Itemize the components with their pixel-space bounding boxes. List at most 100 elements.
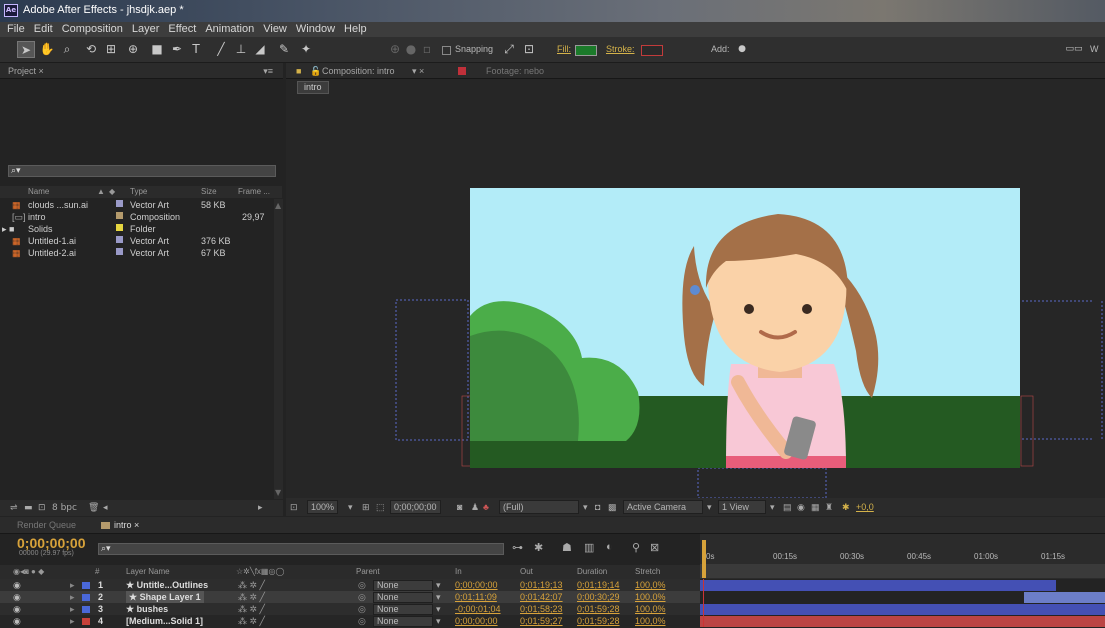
layer-duration-bar[interactable] — [700, 580, 1056, 591]
layer-duration-bar[interactable] — [700, 616, 1105, 627]
layer-in-point[interactable]: 0;00;00;00 — [455, 615, 498, 628]
footage-tab-label[interactable]: Footage: nebo — [486, 63, 544, 79]
col-in[interactable]: In — [455, 565, 462, 579]
project-item[interactable]: ▦ Untitled-1.ai Vector Art 376 KB — [0, 236, 282, 247]
exposure-icon[interactable]: ✱ — [842, 498, 850, 516]
scroll-down-icon[interactable]: ▼ — [275, 488, 281, 497]
fast-previews-icon[interactable]: ◉ — [797, 498, 805, 516]
always-preview-icon[interactable]: ⊡ — [290, 498, 298, 516]
channel-icon[interactable]: ♣ — [483, 498, 489, 516]
composition-mini-flowchart-icon[interactable]: ⊶ — [512, 541, 523, 554]
comp-tab-menu-icon[interactable]: ▾ × — [412, 63, 424, 79]
view-layout-dropdown[interactable]: 1 View — [718, 500, 766, 514]
layer-label-color[interactable] — [82, 606, 90, 613]
menu-view[interactable]: View — [263, 22, 287, 37]
region-of-interest-icon[interactable]: ◘ — [595, 498, 600, 516]
pick-whip-icon[interactable]: ◎ — [358, 615, 366, 628]
time-ruler[interactable]: 0s00:15s00:30s00:45s01:00s01:15s01 — [700, 534, 1105, 579]
camera-dropdown[interactable]: Active Camera — [623, 500, 703, 514]
view-arrow-icon[interactable]: ▾ — [770, 498, 775, 516]
parent-dropdown[interactable]: None — [373, 616, 433, 627]
current-time-field[interactable]: 0;00;00;00 — [390, 500, 441, 514]
title-safe-icon[interactable]: ⊞ — [362, 498, 370, 516]
add-circle-icon[interactable]: ● — [733, 41, 751, 58]
col-stretch[interactable]: Stretch — [635, 565, 660, 579]
col-size[interactable]: Size — [201, 186, 217, 198]
col-frame[interactable]: Frame ... — [238, 186, 270, 198]
col-parent[interactable]: Parent — [356, 565, 380, 579]
col-out[interactable]: Out — [520, 565, 533, 579]
project-search-input[interactable]: ⌕▾ — [8, 165, 276, 177]
resolution-dropdown[interactable]: (Full) — [499, 500, 579, 514]
selection-tool-icon[interactable]: ➤ — [17, 41, 35, 58]
layer-label-color[interactable] — [82, 618, 90, 625]
magnification-dropdown[interactable]: 100% — [307, 500, 339, 514]
project-tab[interactable]: Project × ▾≡ — [0, 63, 283, 79]
zoom-tool-icon[interactable]: ⌕ — [58, 41, 76, 58]
layer-label-color[interactable] — [82, 582, 90, 589]
brainstorm-icon[interactable]: ⊠ — [650, 541, 659, 554]
parent-dropdown[interactable]: None — [373, 580, 433, 591]
parent-dropdown[interactable]: None — [373, 604, 433, 615]
comp-lock-icon[interactable]: 🔓 — [310, 63, 321, 79]
workspace-label[interactable]: W — [1090, 44, 1099, 54]
color-depth-label[interactable]: 8 bpc — [52, 500, 77, 516]
menu-animation[interactable]: Animation — [205, 22, 254, 37]
layer-out-point[interactable]: 0;01;59;27 — [520, 615, 563, 628]
project-item[interactable]: ▦ Untitled-2.ai Vector Art 67 KB — [0, 248, 282, 259]
parent-dropdown[interactable]: None — [373, 592, 433, 603]
lock-icon[interactable]: ■ — [296, 63, 301, 79]
menu-window[interactable]: Window — [296, 22, 335, 37]
transparency-grid-icon[interactable]: ▩ — [608, 498, 617, 516]
col-name[interactable]: Name — [28, 186, 49, 198]
new-folder-icon[interactable]: ▬ — [24, 500, 33, 516]
snapshot-icon[interactable]: ◙ — [457, 498, 462, 516]
work-area-bar[interactable] — [700, 564, 1105, 578]
layer-row[interactable]: ◉ ▸ 4 [Medium...Solid 1] ⁂ ✲ ╱ ◎ None ▾ 0;00;00;… — [0, 615, 700, 628]
layer-duration[interactable]: 0;01;59;28 — [577, 615, 620, 628]
view-axis-icon[interactable]: ▫ — [418, 41, 436, 58]
menu-file[interactable]: File — [7, 22, 25, 37]
graph-editor-icon[interactable]: ⚲ — [632, 541, 640, 554]
timeline-search-input[interactable]: ⌕▾ — [98, 543, 504, 555]
show-snapshot-icon[interactable]: ♟ — [471, 498, 479, 516]
flowchart-icon[interactable]: ♜ — [825, 498, 833, 516]
layer-stretch[interactable]: 100,0% — [635, 615, 666, 628]
resolution-arrow-icon[interactable]: ▾ — [583, 498, 588, 516]
menu-layer[interactable]: Layer — [132, 22, 160, 37]
layer-duration-bar[interactable] — [700, 604, 1105, 615]
interpret-footage-icon[interactable]: ⇌ — [10, 500, 18, 516]
col-type[interactable]: Type — [130, 186, 147, 198]
eraser-tool-icon[interactable]: ◢ — [251, 41, 269, 58]
magnification-arrow-icon[interactable]: ▾ — [348, 498, 353, 516]
scroll-right-icon[interactable]: ▸ — [258, 500, 263, 516]
draft-3d-icon[interactable]: ✱ — [534, 541, 543, 554]
expand-arrow-icon[interactable]: ▸ — [70, 615, 75, 628]
new-composition-icon[interactable]: ⊡ — [38, 500, 46, 516]
puppet-pin-tool-icon[interactable]: ✦ — [297, 41, 315, 58]
fill-label[interactable]: Fill: — [557, 44, 571, 54]
sort-arrow-icon[interactable]: ▲ — [97, 186, 105, 198]
layer-name[interactable]: [Medium...Solid 1] — [126, 615, 203, 628]
stroke-color-swatch[interactable] — [641, 45, 663, 56]
timeline-icon[interactable]: ▦ — [811, 498, 820, 516]
layer-duration-bar[interactable] — [1024, 592, 1105, 603]
project-item[interactable]: [▭] intro Composition 29,97 — [0, 212, 282, 223]
col-layer-name[interactable]: Layer Name — [126, 565, 170, 579]
panel-menu-icon[interactable]: ▾≡ — [263, 63, 273, 79]
comp-breadcrumb[interactable]: intro — [297, 81, 329, 94]
current-time-indicator[interactable] — [702, 540, 706, 578]
layer-label-color[interactable] — [82, 594, 90, 601]
switches-header-icon[interactable]: ☆✲╲fx▦◎◯ — [236, 565, 284, 579]
orbit-camera-tool-icon[interactable]: ⟲ — [82, 41, 100, 58]
pan-behind-tool-icon[interactable]: ⊕ — [124, 41, 142, 58]
pen-tool-icon[interactable]: ✒ — [168, 41, 186, 58]
scroll-left-icon[interactable]: ◂ — [103, 500, 108, 516]
snap-feather-icon[interactable]: ⤢ — [500, 41, 518, 58]
timeline-comp-tab[interactable]: intro × — [114, 517, 139, 533]
mask-visibility-icon[interactable]: ⬚ — [376, 498, 385, 516]
layer-switches-icon[interactable]: ⁂ ✲ ╱ — [238, 615, 265, 628]
render-queue-tab[interactable]: Render Queue — [17, 517, 76, 533]
current-time-display[interactable]: 0;00;00;00 — [17, 536, 86, 550]
motion-blur-icon[interactable]: ◐ — [606, 541, 613, 553]
